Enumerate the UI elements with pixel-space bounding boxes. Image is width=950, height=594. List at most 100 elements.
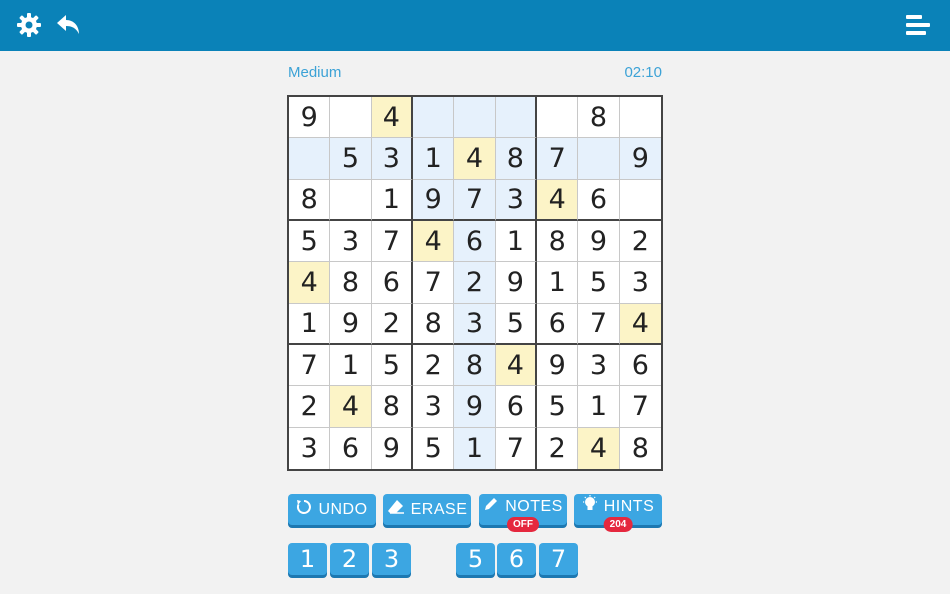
number-button-1[interactable]: 1 xyxy=(288,543,327,575)
board-cell-r8-c7[interactable]: 5 xyxy=(536,386,579,428)
notes-label: NOTES xyxy=(505,497,563,515)
board-cell-r6-c5[interactable]: 3 xyxy=(454,303,496,345)
board-cell-r3-c4[interactable]: 9 xyxy=(412,179,455,221)
board-cell-r7-c1[interactable]: 7 xyxy=(289,344,331,387)
board-cell-r9-c9[interactable]: 8 xyxy=(620,428,661,469)
notes-button[interactable]: NOTES OFF xyxy=(479,494,567,532)
board-cell-r6-c8[interactable]: 7 xyxy=(578,303,620,345)
board-cell-r5-c8[interactable]: 5 xyxy=(578,262,620,304)
board-cell-r6-c6[interactable]: 5 xyxy=(495,303,537,345)
board-cell-r6-c7[interactable]: 6 xyxy=(536,303,579,345)
board-cell-r7-c4[interactable]: 2 xyxy=(412,344,455,387)
board-cell-r1-c7[interactable] xyxy=(536,97,579,139)
board-cell-r6-c3[interactable]: 2 xyxy=(371,303,413,345)
board-cell-r8-c2[interactable]: 4 xyxy=(330,386,372,428)
board-cell-r2-c7[interactable]: 7 xyxy=(536,138,579,180)
board-cell-r5-c2[interactable]: 8 xyxy=(330,262,372,304)
undo-button[interactable]: UNDO xyxy=(288,494,376,525)
game-timer: 02:10 xyxy=(624,64,662,81)
board-cell-r3-c5[interactable]: 7 xyxy=(454,179,496,221)
board-cell-r1-c3[interactable]: 4 xyxy=(371,97,413,139)
board-cell-r6-c1[interactable]: 1 xyxy=(289,303,331,345)
board-cell-r8-c4[interactable]: 3 xyxy=(412,386,455,428)
board-cell-r2-c4[interactable]: 1 xyxy=(412,138,455,180)
board-cell-r7-c8[interactable]: 3 xyxy=(578,344,620,387)
board-cell-r6-c4[interactable]: 8 xyxy=(412,303,455,345)
board-cell-r9-c8[interactable]: 4 xyxy=(578,427,620,469)
board-cell-r9-c4[interactable]: 5 xyxy=(413,427,455,469)
hints-label: HINTS xyxy=(603,497,655,515)
board-cell-r9-c1[interactable]: 3 xyxy=(289,427,331,469)
board-cell-r2-c5[interactable]: 4 xyxy=(454,138,496,180)
board-cell-r1-c8[interactable]: 8 xyxy=(578,97,620,139)
board-cell-r5-c3[interactable]: 6 xyxy=(371,262,413,304)
erase-button[interactable]: ERASE xyxy=(383,494,471,525)
board-cell-r5-c7[interactable]: 1 xyxy=(536,262,579,304)
number-button-6[interactable]: 6 xyxy=(497,543,536,575)
board-cell-r3-c1[interactable]: 8 xyxy=(289,179,331,221)
number-button-7[interactable]: 7 xyxy=(539,543,578,575)
board-cell-r9-c7[interactable]: 2 xyxy=(537,427,579,469)
board-cell-r9-c5[interactable]: 1 xyxy=(454,427,496,469)
board-cell-r6-c9[interactable]: 4 xyxy=(619,303,661,345)
board-cell-r2-c8[interactable] xyxy=(578,138,620,180)
board-cell-r5-c4[interactable]: 7 xyxy=(412,262,455,304)
board-cell-r7-c2[interactable]: 1 xyxy=(330,344,372,387)
hints-button[interactable]: HINTS 204 xyxy=(574,494,662,532)
board-cell-r5-c1[interactable]: 4 xyxy=(289,262,331,304)
board-cell-r3-c6[interactable]: 3 xyxy=(495,179,537,221)
board-cell-r3-c8[interactable]: 6 xyxy=(578,179,620,221)
board-cell-r3-c7[interactable]: 4 xyxy=(536,179,579,221)
board-cell-r8-c3[interactable]: 8 xyxy=(371,386,413,428)
board-cell-r8-c8[interactable]: 1 xyxy=(578,386,620,428)
board-cell-r3-c9[interactable] xyxy=(619,180,661,221)
undo-label: UNDO xyxy=(318,500,368,518)
board-cell-r5-c6[interactable]: 9 xyxy=(495,262,537,304)
board-cell-r4-c8[interactable]: 9 xyxy=(578,220,620,263)
top-bar xyxy=(0,0,950,51)
board-cell-r3-c2[interactable] xyxy=(330,179,372,221)
menu-lines-icon[interactable] xyxy=(904,10,934,40)
board-cell-r2-c1[interactable] xyxy=(289,138,331,180)
board-cell-r1-c6[interactable] xyxy=(495,97,537,139)
board-cell-r4-c2[interactable]: 3 xyxy=(330,220,372,263)
board-cell-r8-c9[interactable]: 7 xyxy=(619,386,661,428)
board-cell-r1-c9[interactable] xyxy=(619,97,661,139)
board-cell-r5-c5[interactable]: 2 xyxy=(454,262,496,304)
board-cell-r9-c3[interactable]: 9 xyxy=(372,427,413,469)
board-cell-r6-c2[interactable]: 9 xyxy=(330,303,372,345)
number-button-3[interactable]: 3 xyxy=(372,543,411,575)
board-cell-r2-c2[interactable]: 5 xyxy=(330,138,372,180)
board-cell-r7-c6[interactable]: 4 xyxy=(495,344,537,387)
number-button-2[interactable]: 2 xyxy=(330,543,369,575)
board-cell-r4-c6[interactable]: 1 xyxy=(495,220,537,263)
board-cell-r4-c5[interactable]: 6 xyxy=(454,220,496,263)
number-button-5[interactable]: 5 xyxy=(456,543,495,575)
undo-arrow-icon[interactable] xyxy=(54,10,84,40)
board-cell-r4-c1[interactable]: 5 xyxy=(289,220,331,263)
board-cell-r2-c3[interactable]: 3 xyxy=(371,138,413,180)
board-cell-r9-c2[interactable]: 6 xyxy=(330,427,372,469)
board-cell-r7-c3[interactable]: 5 xyxy=(371,344,413,387)
board-cell-r5-c9[interactable]: 3 xyxy=(619,262,661,304)
board-cell-r7-c7[interactable]: 9 xyxy=(536,344,579,387)
board-cell-r4-c7[interactable]: 8 xyxy=(536,220,579,263)
board-cell-r8-c1[interactable]: 2 xyxy=(289,386,331,428)
board-cell-r1-c2[interactable] xyxy=(330,97,372,139)
board-cell-r3-c3[interactable]: 1 xyxy=(371,179,413,221)
board-cell-r8-c6[interactable]: 6 xyxy=(495,386,537,428)
board-cell-r7-c5[interactable]: 8 xyxy=(454,344,496,387)
board-cell-r4-c3[interactable]: 7 xyxy=(371,220,413,263)
board-cell-r1-c1[interactable]: 9 xyxy=(289,97,331,139)
board-cell-r1-c5[interactable] xyxy=(454,97,496,139)
board-cell-r7-c9[interactable]: 6 xyxy=(619,345,661,387)
board-cell-r9-c6[interactable]: 7 xyxy=(496,427,537,469)
board-cell-r8-c5[interactable]: 9 xyxy=(454,386,496,428)
gear-icon[interactable] xyxy=(14,10,44,40)
board-cell-r4-c9[interactable]: 2 xyxy=(619,221,661,263)
board-cell-r1-c4[interactable] xyxy=(412,97,455,139)
rotate-icon xyxy=(296,499,312,520)
board-cell-r4-c4[interactable]: 4 xyxy=(412,220,455,263)
board-cell-r2-c6[interactable]: 8 xyxy=(495,138,537,180)
board-cell-r2-c9[interactable]: 9 xyxy=(619,138,661,180)
